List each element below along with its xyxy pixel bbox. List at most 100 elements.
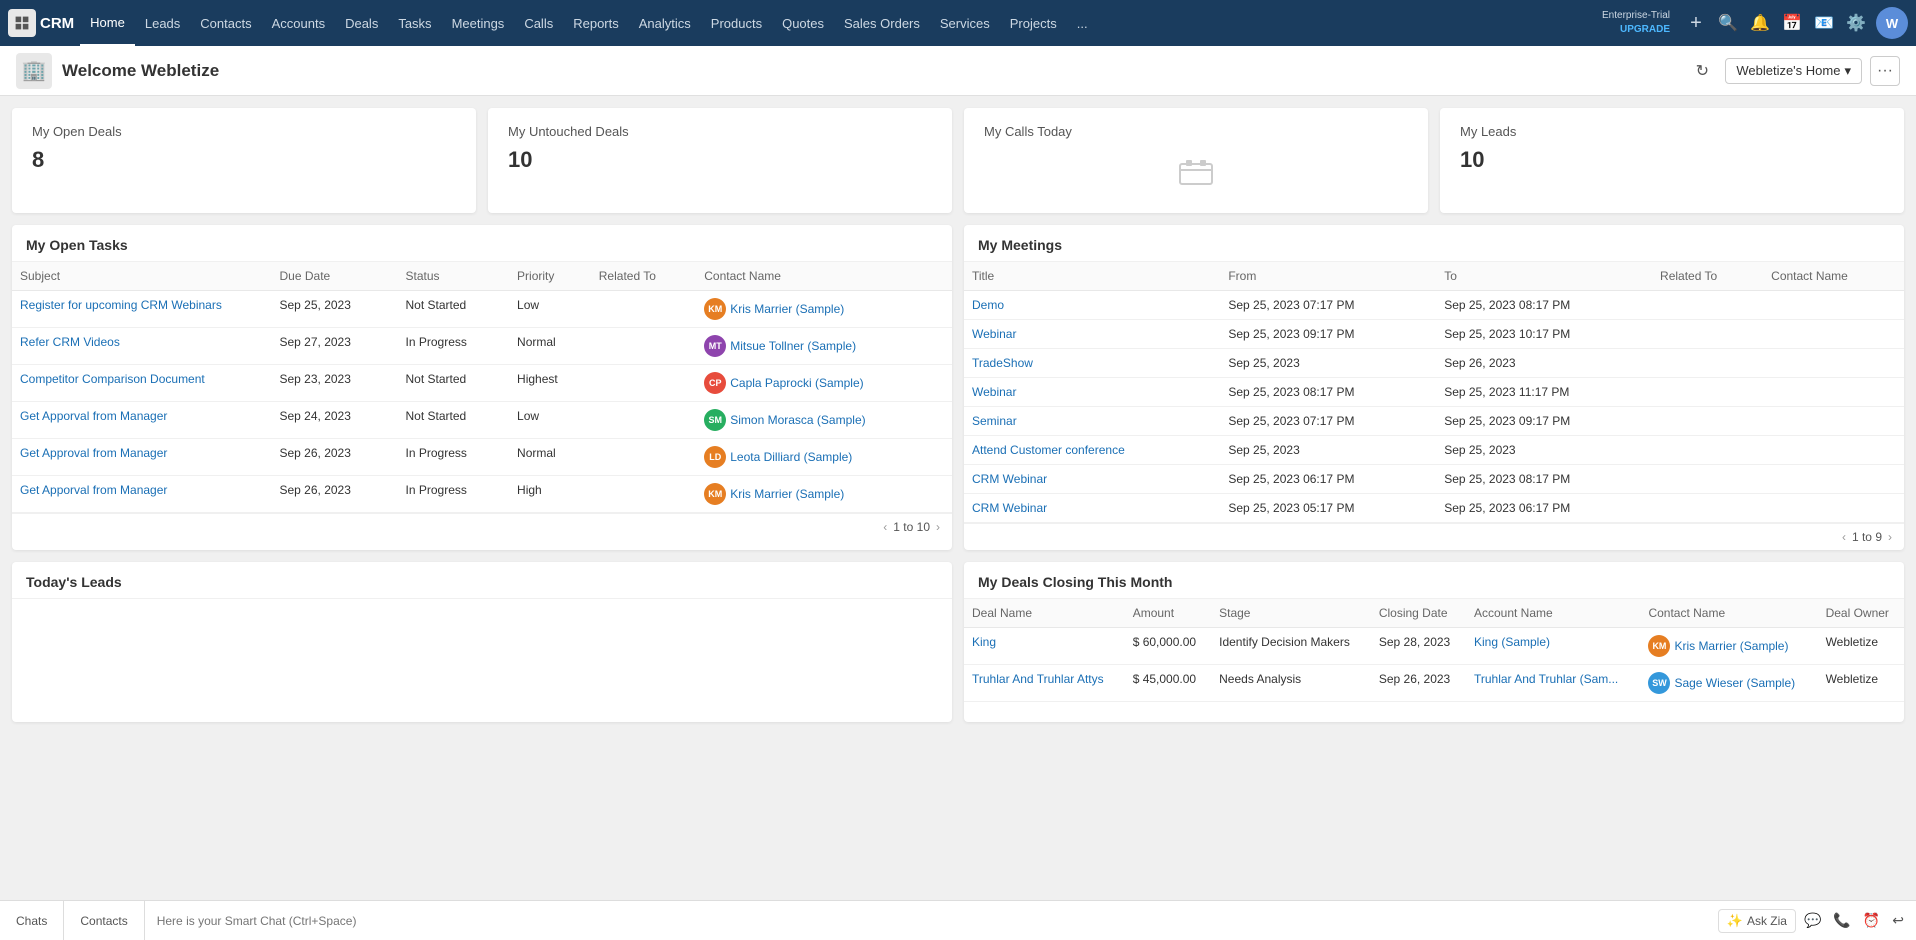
task-subject-link[interactable]: Get Apporval from Manager (20, 409, 167, 423)
nav-item-reports[interactable]: Reports (563, 0, 629, 46)
meeting-row: CRM WebinarSep 25, 2023 05:17 PMSep 25, … (964, 494, 1904, 523)
meetings-prev-page-icon[interactable]: ‹ (1842, 530, 1846, 544)
meetings-col-header: Contact Name (1763, 262, 1904, 291)
contact-name-link[interactable]: Mitsue Tollner (Sample) (730, 339, 856, 353)
nav-item-meetings[interactable]: Meetings (442, 0, 515, 46)
contact-name-link[interactable]: Kris Marrier (Sample) (730, 302, 844, 316)
nav-item-contacts[interactable]: Contacts (190, 0, 261, 46)
refresh-button[interactable]: ↻ (1687, 56, 1717, 86)
deal-cell-link[interactable]: King (Sample) (1474, 635, 1550, 649)
prev-page-icon[interactable]: ‹ (883, 520, 887, 534)
stat-card-2: My Calls Today (964, 108, 1428, 213)
deal-contact-link[interactable]: Sage Wieser (Sample) (1674, 676, 1795, 690)
deal-cell-link[interactable]: King (972, 635, 996, 649)
next-page-icon[interactable]: › (936, 520, 940, 534)
nav-item-leads[interactable]: Leads (135, 0, 190, 46)
deal-cell-link[interactable]: Truhlar And Truhlar Attys (972, 672, 1104, 686)
calendar-icon[interactable]: 📅 (1776, 7, 1808, 39)
search-icon[interactable]: 🔍 (1712, 7, 1744, 39)
stat-label: My Open Deals (32, 124, 456, 139)
meeting-title-link[interactable]: Attend Customer conference (972, 443, 1125, 457)
deals-col-header: Deal Name (964, 599, 1125, 628)
chat-icon-3[interactable]: ⏰ (1859, 912, 1884, 929)
nav-item-services[interactable]: Services (930, 0, 1000, 46)
stat-label: My Untouched Deals (508, 124, 932, 139)
deals-col-header: Closing Date (1371, 599, 1466, 628)
create-btn[interactable]: + (1680, 7, 1712, 39)
contact-name-link[interactable]: Capla Paprocki (Sample) (730, 376, 863, 390)
nav-item-...[interactable]: ... (1067, 0, 1098, 46)
chat-icon-2[interactable]: 📞 (1829, 912, 1854, 929)
stat-card-1: My Untouched Deals 10 (488, 108, 952, 213)
settings-icon[interactable]: ⚙️ (1840, 7, 1872, 39)
task-subject-link[interactable]: Refer CRM Videos (20, 335, 120, 349)
deals-col-header: Deal Owner (1818, 599, 1904, 628)
meeting-title-link[interactable]: Seminar (972, 414, 1017, 428)
deals-closing-title: My Deals Closing This Month (964, 562, 1904, 599)
meeting-title-link[interactable]: CRM Webinar (972, 472, 1047, 486)
chats-tab[interactable]: Chats (0, 901, 64, 940)
deals-col-header: Amount (1125, 599, 1211, 628)
chat-icon-1[interactable]: 💬 (1800, 912, 1825, 929)
todays-leads-card: Today's Leads (12, 562, 952, 722)
contact-name-link[interactable]: Simon Morasca (Sample) (730, 413, 865, 427)
deal-row: Truhlar And Truhlar Attys$ 45,000.00Need… (964, 665, 1904, 702)
deals-col-header: Stage (1211, 599, 1371, 628)
nav-item-products[interactable]: Products (701, 0, 772, 46)
stats-row: My Open Deals 8My Untouched Deals 10My C… (12, 108, 1904, 213)
contact-avatar: KM (704, 483, 726, 505)
task-subject-link[interactable]: Get Apporval from Manager (20, 483, 167, 497)
meetings-pagination: ‹ 1 to 9 › (964, 523, 1904, 550)
tasks-col-header: Contact Name (696, 262, 952, 291)
enterprise-badge: Enterprise-Trial UPGRADE (1602, 9, 1670, 37)
nav-item-projects[interactable]: Projects (1000, 0, 1067, 46)
meeting-title-link[interactable]: CRM Webinar (972, 501, 1047, 515)
nav-item-home[interactable]: Home (80, 0, 135, 46)
nav-item-calls[interactable]: Calls (514, 0, 563, 46)
contact-avatar: MT (704, 335, 726, 357)
nav-item-quotes[interactable]: Quotes (772, 0, 834, 46)
nav-item-tasks[interactable]: Tasks (388, 0, 441, 46)
meeting-row: WebinarSep 25, 2023 09:17 PMSep 25, 2023… (964, 320, 1904, 349)
smart-chat-input[interactable] (157, 914, 1706, 928)
contacts-tab[interactable]: Contacts (64, 901, 144, 940)
contact-name-link[interactable]: Kris Marrier (Sample) (730, 487, 844, 501)
smart-chat-bar: Chats Contacts ✨ Ask Zia 💬 📞 ⏰ ↩ (0, 900, 1916, 940)
nav-item-analytics[interactable]: Analytics (629, 0, 701, 46)
nav-item-accounts[interactable]: Accounts (262, 0, 335, 46)
task-subject-link[interactable]: Register for upcoming CRM Webinars (20, 298, 222, 312)
mail-icon[interactable]: 📧 (1808, 7, 1840, 39)
two-col-section: My Open Tasks SubjectDue DateStatusPrior… (12, 225, 1904, 550)
nav-item-sales-orders[interactable]: Sales Orders (834, 0, 930, 46)
leads-empty-state (12, 599, 952, 699)
meeting-title-link[interactable]: Webinar (972, 385, 1016, 399)
nav-item-deals[interactable]: Deals (335, 0, 388, 46)
stat-value: 10 (1460, 147, 1884, 173)
task-subject-link[interactable]: Get Approval from Manager (20, 446, 167, 460)
deal-contact-avatar: SW (1648, 672, 1670, 694)
zia-button[interactable]: ✨ Ask Zia (1718, 909, 1796, 933)
stat-value: 10 (508, 147, 932, 173)
more-options-button[interactable]: ··· (1870, 56, 1900, 86)
meeting-title-link[interactable]: Webinar (972, 327, 1016, 341)
meeting-title-link[interactable]: Demo (972, 298, 1004, 312)
crm-logo[interactable]: CRM (8, 9, 74, 37)
task-row: Competitor Comparison DocumentSep 23, 20… (12, 365, 952, 402)
meetings-next-page-icon[interactable]: › (1888, 530, 1892, 544)
open-tasks-title: My Open Tasks (12, 225, 952, 262)
deal-contact-link[interactable]: Kris Marrier (Sample) (1674, 639, 1788, 653)
meeting-title-link[interactable]: TradeShow (972, 356, 1033, 370)
bell-icon[interactable]: 🔔 (1744, 7, 1776, 39)
stat-label: My Calls Today (984, 124, 1408, 139)
contact-avatar: CP (704, 372, 726, 394)
contact-name-link[interactable]: Leota Dilliard (Sample) (730, 450, 852, 464)
task-subject-link[interactable]: Competitor Comparison Document (20, 372, 205, 386)
meeting-row: WebinarSep 25, 2023 08:17 PMSep 25, 2023… (964, 378, 1904, 407)
deal-cell-link[interactable]: Truhlar And Truhlar (Sam... (1474, 672, 1618, 686)
home-dropdown[interactable]: Webletize's Home ▾ (1725, 58, 1862, 84)
user-avatar[interactable]: W (1876, 7, 1908, 39)
task-row: Refer CRM VideosSep 27, 2023In ProgressN… (12, 328, 952, 365)
chat-icon-4[interactable]: ↩ (1888, 912, 1908, 929)
deals-closing-card: My Deals Closing This Month Deal NameAmo… (964, 562, 1904, 722)
contact-avatar: LD (704, 446, 726, 468)
